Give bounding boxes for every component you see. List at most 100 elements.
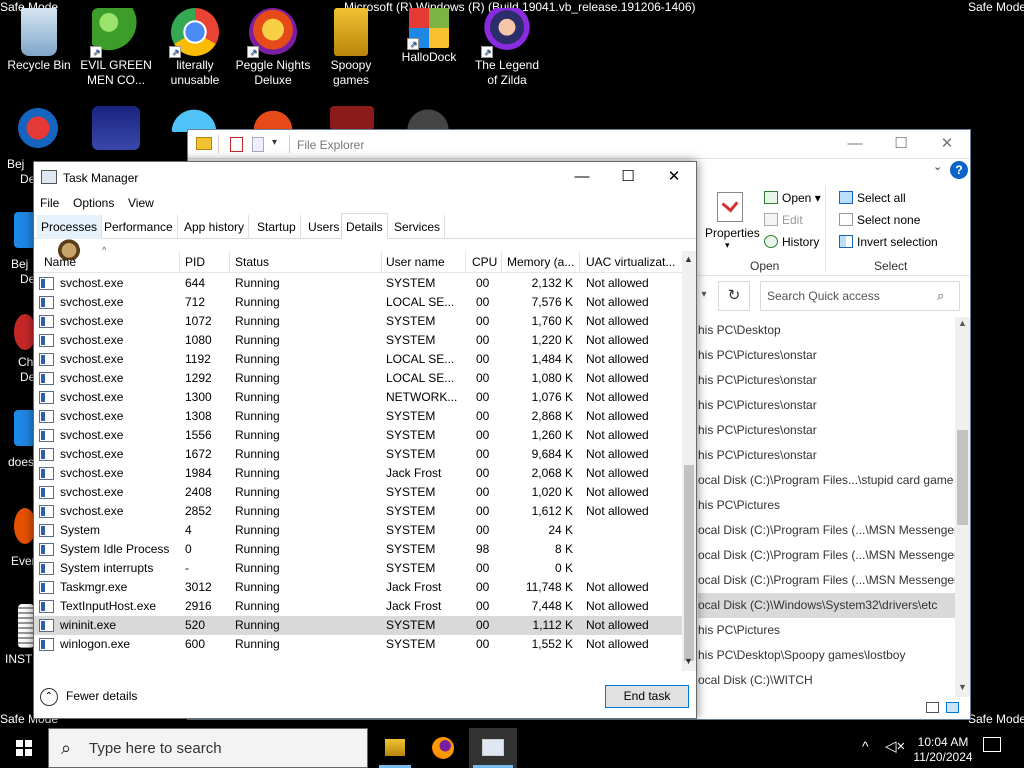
task-manager-titlebar[interactable]: Task Manager — ☐ ✕ xyxy=(34,162,696,192)
properties-icon[interactable] xyxy=(717,192,743,222)
desktop-icon-legend-of-zilda[interactable]: ↗ The Legend of Zilda xyxy=(469,8,545,88)
scroll-up-icon[interactable]: ▲ xyxy=(958,318,967,328)
table-row[interactable]: svchost.exe 1080 Running SYSTEM 00 1,220 K Not… xyxy=(34,331,682,350)
details-view-icon[interactable] xyxy=(926,702,939,713)
scroll-up-icon[interactable]: ▲ xyxy=(684,254,693,264)
column-divider[interactable] xyxy=(229,251,230,273)
table-row[interactable]: System Idle Process 0 Running SYSTEM 98 8 K xyxy=(34,540,682,559)
taskbar-firefox[interactable] xyxy=(419,728,467,768)
column-status[interactable]: Status xyxy=(235,255,269,269)
quick-access-item[interactable]: ocal Disk (C:)\Program Files (...\MSN Me… xyxy=(698,518,958,543)
quick-access-item[interactable]: ocal Disk (C:)\WITCH xyxy=(698,668,958,693)
minimize-button[interactable]: — xyxy=(832,130,878,159)
menu-file[interactable]: File xyxy=(40,196,59,210)
tab-details[interactable]: Details xyxy=(341,213,388,239)
chevron-up-icon[interactable]: ^ xyxy=(862,738,869,754)
clock[interactable]: 10:04 AM 11/20/2024 xyxy=(913,735,973,765)
quick-access-item[interactable]: his PC\Pictures\onstar xyxy=(698,393,958,418)
process-table-scroll-thumb[interactable] xyxy=(684,465,694,661)
properties-button[interactable]: Properties xyxy=(705,226,760,240)
table-row[interactable]: System interrupts - Running SYSTEM 00 0 K xyxy=(34,559,682,578)
column-name[interactable]: Name xyxy=(44,255,76,269)
quick-access-item[interactable]: ocal Disk (C:)\Windows\System32\drivers\… xyxy=(698,593,958,618)
new-folder-icon[interactable] xyxy=(252,137,264,152)
column-user-name[interactable]: User name xyxy=(386,255,445,269)
desktop-icon-recycle-bin[interactable]: Recycle Bin xyxy=(1,8,77,73)
ribbon-collapse-icon[interactable]: ⌄ xyxy=(933,160,942,173)
table-row[interactable]: System 4 Running SYSTEM 00 24 K xyxy=(34,521,682,540)
menu-view[interactable]: View xyxy=(128,196,154,210)
scroll-down-icon[interactable]: ▼ xyxy=(684,656,693,666)
table-row[interactable]: TextInputHost.exe 2916 Running Jack Frost 00… xyxy=(34,597,682,616)
select-all-button[interactable]: Select all xyxy=(839,191,906,205)
column-cpu[interactable]: CPU xyxy=(472,255,497,269)
table-row[interactable]: svchost.exe 1308 Running SYSTEM 00 2,868 K Not… xyxy=(34,407,682,426)
table-row[interactable]: svchost.exe 1292 Running LOCAL SE... 00 1,080… xyxy=(34,369,682,388)
table-row[interactable]: svchost.exe 644 Running SYSTEM 00 2,132 K Not … xyxy=(34,274,682,293)
properties-dropdown-icon[interactable]: ▾ xyxy=(725,240,730,251)
quick-access-item[interactable]: ocal Disk (C:)\Program Files (...\MSN Me… xyxy=(698,568,958,593)
peggle-2-icon[interactable] xyxy=(250,108,296,130)
tab-performance[interactable]: Performance xyxy=(100,215,178,239)
volume-muted-icon[interactable]: ◁× xyxy=(885,737,905,755)
table-row[interactable]: svchost.exe 1300 Running NETWORK... 00 1,076 … xyxy=(34,388,682,407)
notifications-icon[interactable] xyxy=(983,737,1001,752)
desktop-icon-spoopy-games[interactable]: Spoopy games xyxy=(313,8,389,88)
tab-users[interactable]: Users xyxy=(304,215,345,239)
maximize-button[interactable]: ☐ xyxy=(605,162,651,192)
app-icon[interactable] xyxy=(404,106,452,130)
scroll-down-icon[interactable]: ▼ xyxy=(958,682,967,692)
open-button[interactable]: Open ▾ xyxy=(764,191,821,205)
table-row[interactable]: svchost.exe 712 Running LOCAL SE... 00 7,576 … xyxy=(34,293,682,312)
table-row[interactable]: svchost.exe 2408 Running SYSTEM 00 1,020 K Not… xyxy=(34,483,682,502)
table-row[interactable]: svchost.exe 1672 Running SYSTEM 00 9,684 K Not… xyxy=(34,445,682,464)
maximize-button[interactable]: ☐ xyxy=(878,130,924,159)
close-button[interactable]: ✕ xyxy=(651,162,697,192)
mpl-icon[interactable] xyxy=(92,106,140,150)
desktop-icon-evil-green-men[interactable]: ↗ EVIL GREEN MEN CO... xyxy=(78,8,154,88)
desktop-icon-hallodock[interactable]: ↗ HalloDock xyxy=(391,8,467,65)
installer-icon[interactable] xyxy=(18,604,34,648)
file-explorer-scroll-thumb[interactable] xyxy=(957,430,968,525)
quick-access-item[interactable]: his PC\Pictures xyxy=(698,618,958,643)
quick-access-item[interactable]: his PC\Pictures\onstar xyxy=(698,418,958,443)
tab-startup[interactable]: Startup xyxy=(253,215,301,239)
menu-options[interactable]: Options xyxy=(73,196,114,210)
end-task-button[interactable]: End task xyxy=(605,685,689,708)
column-divider[interactable] xyxy=(501,251,502,273)
edit-button[interactable]: Edit xyxy=(764,213,803,227)
column-divider[interactable] xyxy=(381,251,382,273)
properties-check-icon[interactable] xyxy=(230,137,243,152)
taskbar-file-explorer[interactable] xyxy=(371,728,419,768)
column-memory[interactable]: Memory (a... xyxy=(507,255,574,269)
refresh-button[interactable]: ↻ xyxy=(718,281,750,311)
task-manager-window[interactable]: Task Manager — ☐ ✕ File Options View Pro… xyxy=(33,161,697,719)
quick-access-dropdown-icon[interactable]: ▾ xyxy=(272,137,277,148)
table-row[interactable]: winlogon.exe 600 Running SYSTEM 00 1,552 K Not… xyxy=(34,635,682,654)
desktop-icon-peggle-nights[interactable]: ↗ Peggle Nights Deluxe xyxy=(235,8,311,88)
taskbar-search-input[interactable]: ⌕ Type here to search xyxy=(48,728,368,768)
quick-access-item[interactable]: ocal Disk (C:)\Program Files...\stupid c… xyxy=(698,468,958,493)
tab-services[interactable]: Services xyxy=(390,215,446,239)
quick-access-item[interactable]: his PC\Pictures xyxy=(698,493,958,518)
desktop-icon-literally-unusable[interactable]: ↗ literally unusable xyxy=(157,8,233,88)
quick-access-item[interactable]: his PC\Pictures\onstar xyxy=(698,343,958,368)
table-row[interactable]: svchost.exe 1072 Running SYSTEM 00 1,760 K Not… xyxy=(34,312,682,331)
invert-selection-button[interactable]: Invert selection xyxy=(839,235,938,249)
bejeweled-icon[interactable] xyxy=(18,108,58,148)
column-divider[interactable] xyxy=(465,251,466,273)
column-divider[interactable] xyxy=(179,251,180,273)
table-row[interactable]: svchost.exe 1192 Running LOCAL SE... 00 1,484… xyxy=(34,350,682,369)
quick-access-item[interactable]: his PC\Pictures\onstar xyxy=(698,368,958,393)
large-icons-view-icon[interactable] xyxy=(946,702,959,713)
start-button[interactable] xyxy=(0,728,48,768)
quick-access-item[interactable]: his PC\Pictures\onstar xyxy=(698,443,958,468)
quick-access-item[interactable]: ocal Disk (C:)\Program Files (...\MSN Me… xyxy=(698,543,958,568)
fewer-details-button[interactable]: ⌃ Fewer details xyxy=(40,688,137,706)
table-row[interactable]: wininit.exe 520 Running SYSTEM 00 1,112 K Not … xyxy=(34,616,682,635)
minimize-button[interactable]: — xyxy=(559,162,605,192)
column-pid[interactable]: PID xyxy=(185,255,205,269)
table-row[interactable]: svchost.exe 1556 Running SYSTEM 00 1,260 K Not… xyxy=(34,426,682,445)
table-row[interactable]: svchost.exe 1984 Running Jack Frost 00 2,068 … xyxy=(34,464,682,483)
tab-app-history[interactable]: App history xyxy=(180,215,250,239)
